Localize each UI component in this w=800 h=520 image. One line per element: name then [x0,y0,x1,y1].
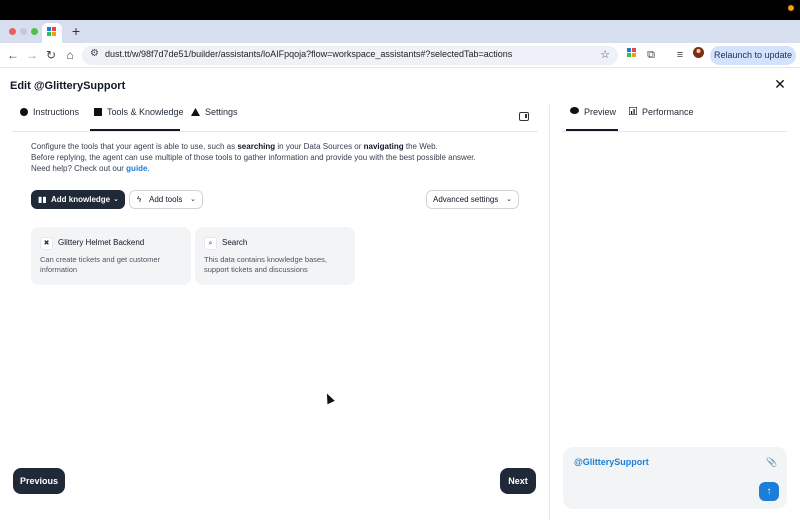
media-icon[interactable]: ≡ [672,47,688,63]
home-icon[interactable]: ⌂ [62,47,78,63]
bookmark-star-icon[interactable]: ☆ [600,48,610,61]
search-icon: ⌕ [204,237,217,250]
description-line-2: Before replying, the agent can use multi… [31,153,476,162]
close-icon[interactable]: ✕ [772,76,788,94]
forward-icon[interactable]: → [24,47,40,63]
site-settings-icon[interactable]: ⚙ [90,48,99,59]
next-button[interactable]: Next [500,468,536,494]
tab-instructions-label: Instructions [33,107,80,117]
url-text[interactable]: dust.tt/w/98f7d7de51/builder/assistants/… [105,49,512,59]
circle-icon [20,108,28,118]
add-tools-label: Add tools [149,195,183,204]
tab-tools-knowledge[interactable]: Tools & Knowledge [90,107,184,131]
desc-bold-navigating: navigating [363,142,404,151]
previous-button[interactable]: Previous [13,468,65,494]
advanced-settings-button[interactable]: Advanced settings ⌄ [426,190,519,209]
os-top-bar [0,0,800,20]
add-tools-button[interactable]: ϟ Add tools ⌄ [129,190,203,209]
book-icon: ▮▮ [38,195,47,204]
bolt-icon: ϟ [137,195,142,204]
chevron-down-icon: ⌄ [190,196,196,203]
chevron-down-icon: ⌄ [113,196,119,203]
tabs-divider [12,131,538,132]
window-maximize-button[interactable] [31,28,38,35]
add-knowledge-label: Add knowledge [51,195,111,204]
tab-settings-label: Settings [205,107,238,117]
desc-text: . [147,164,150,173]
guide-link[interactable]: guide [126,164,147,173]
browser-tab-dust[interactable] [42,23,62,43]
chat-input[interactable]: @GlitterySupport 📎 ↑ [563,447,787,509]
paperclip-icon[interactable]: 📎 [766,457,777,468]
tool-card-glittery-helmet[interactable]: ✖ Glittery Helmet Backend Can create tic… [31,227,191,285]
window-minimize-button[interactable] [20,28,27,35]
mouse-cursor-icon [323,391,335,405]
card-title: Glittery Helmet Backend [58,238,145,247]
desc-bold-searching: searching [237,142,276,151]
reload-icon[interactable]: ↻ [43,47,59,63]
panel-divider[interactable] [549,105,550,520]
extensions-icon[interactable]: ⧉ [643,47,659,63]
desc-text: in your Data Sources or [275,142,364,151]
tab-settings[interactable]: Settings [191,107,251,131]
tools-description: Configure the tools that your agent is a… [31,141,531,174]
chevron-down-icon: ⌄ [506,196,512,203]
advanced-settings-label: Advanced settings [433,195,499,204]
bar-chart-icon [628,106,638,117]
tool-icon: ✖ [40,237,53,250]
card-title: Search [222,238,248,247]
tab-instructions[interactable]: Instructions [20,107,90,131]
dust-extension-icon[interactable] [624,47,640,63]
sidebar-toggle-icon[interactable] [519,112,529,121]
chat-bubble-icon [570,107,579,117]
new-tab-button[interactable]: + [68,23,84,39]
tab-tools-knowledge-label: Tools & Knowledge [107,107,184,117]
window-close-button[interactable] [9,28,16,35]
description-line-1: Configure the tools that your agent is a… [31,141,531,152]
desc-text: the Web. [403,142,438,151]
description-line-3: Need help? Check out our guide. [31,163,531,174]
address-bar[interactable]: ⚙ dust.tt/w/98f7d7de51/builder/assistant… [82,46,618,65]
dust-favicon-icon [47,27,57,37]
tab-preview-label: Preview [584,107,617,117]
relaunch-button[interactable]: Relaunch to update [710,46,796,65]
recording-indicator-icon [788,5,794,11]
back-icon[interactable]: ← [5,47,21,63]
card-description: Can create tickets and get customer info… [40,255,161,274]
card-description: This data contains knowledge bases, supp… [204,255,327,274]
tab-performance-label: Performance [642,107,694,117]
desc-text: Need help? Check out our [31,164,127,173]
app-header: Edit @GlitterySupport ✕ [0,68,800,105]
tab-performance[interactable]: Performance [628,106,699,131]
right-tabs-divider [562,131,787,132]
tool-card-search[interactable]: ⌕ Search This data contains knowledge ba… [195,227,355,285]
arrow-up-icon: ↑ [766,486,772,497]
desc-text: Configure the tools that your agent is a… [31,142,238,151]
add-knowledge-button[interactable]: ▮▮ Add knowledge ⌄ [31,190,125,209]
send-button[interactable]: ↑ [759,482,779,501]
page-title: Edit @GlitterySupport [10,80,126,92]
square-icon [94,108,102,118]
assistant-mention[interactable]: @GlitterySupport [574,457,649,467]
triangle-icon [191,108,200,118]
browser-toolbar: ← → ↻ ⌂ ⚙ dust.tt/w/98f7d7de51/builder/a… [0,43,800,68]
relaunch-label: Relaunch to update [713,50,793,60]
tab-preview[interactable]: Preview [566,107,618,131]
profile-icon[interactable] [690,47,706,63]
browser-tab-bar: + [0,20,800,43]
